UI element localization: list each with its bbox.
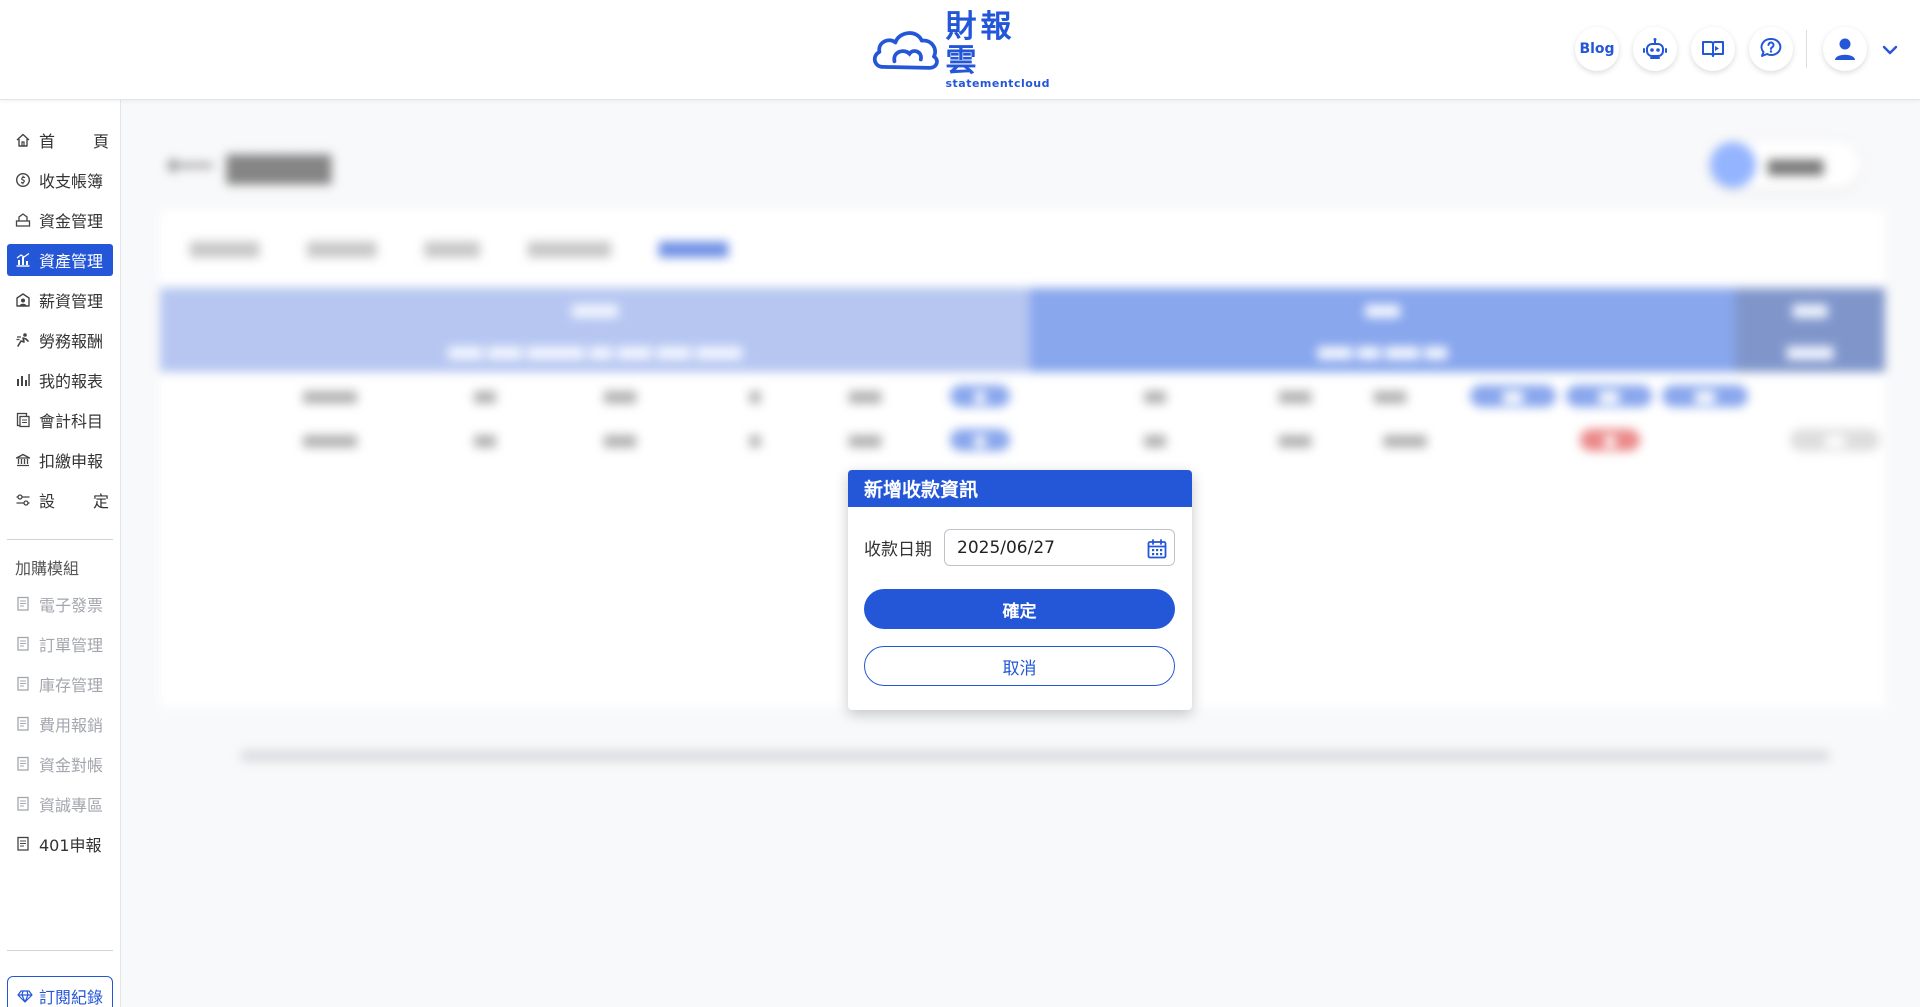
sidebar-addon-orders[interactable]: 訂單管理 xyxy=(7,628,113,660)
video-guide-icon xyxy=(1702,41,1724,57)
payment-date-label: 收款日期 xyxy=(864,540,932,560)
sidebar-item-label: 資金管理 xyxy=(39,212,104,231)
sidebar-addon-reconcile[interactable]: 資金對帳 xyxy=(7,748,113,780)
labor-icon xyxy=(16,333,29,347)
subscription-record-label: 訂閱紀錄 xyxy=(38,988,103,1007)
sidebar-divider xyxy=(7,950,113,951)
sidebar-item-labor[interactable]: 勞務報酬 xyxy=(7,324,113,356)
sidebar-item-label: 收支帳簿 xyxy=(39,172,104,191)
sidebar-item-label: 費用報銷 xyxy=(39,716,104,735)
sidebar-item-payroll[interactable]: 薪資管理 xyxy=(7,284,113,316)
sidebar-item-ledger[interactable]: 收支帳簿 xyxy=(7,164,113,196)
sidebar-item-settings[interactable]: 設定 xyxy=(7,484,113,516)
help-chat-button[interactable] xyxy=(1749,27,1793,71)
sidebar-item-label: 電子發票 xyxy=(39,596,104,615)
top-header: 財報雲 statementcloud Blog xyxy=(0,0,1920,100)
sidebar-item-label: 首頁 xyxy=(39,132,109,151)
module-doc-icon xyxy=(17,796,29,811)
module-doc-icon xyxy=(17,756,29,771)
user-avatar-icon xyxy=(1835,38,1855,60)
sidebar-item-label: 401申報 xyxy=(39,836,102,855)
module-doc-icon xyxy=(17,676,29,691)
asset-chart-icon xyxy=(16,253,30,267)
sidebar-item-label: 資誠專區 xyxy=(39,796,104,815)
sidebar-item-reports[interactable]: 我的報表 xyxy=(7,364,113,396)
calendar-icon[interactable] xyxy=(1146,538,1168,560)
sidebar-divider xyxy=(7,539,113,540)
sidebar-item-home[interactable]: 首頁 xyxy=(7,124,113,156)
ledger-icon xyxy=(16,412,30,428)
module-doc-icon xyxy=(17,716,29,731)
sidebar-item-label: 資金對帳 xyxy=(39,756,104,775)
sidebar-addon-expenses[interactable]: 費用報銷 xyxy=(7,708,113,740)
sidebar-item-label: 會計科目 xyxy=(39,412,104,431)
chevron-down-icon[interactable] xyxy=(1880,40,1900,60)
sidebar-item-label: 訂單管理 xyxy=(39,636,104,655)
cancel-button[interactable]: 取消 xyxy=(864,646,1175,686)
sidebar-item-label: 我的報表 xyxy=(39,372,104,391)
sidebar-item-label: 薪資管理 xyxy=(39,292,104,311)
diamond-icon xyxy=(17,990,33,1003)
payment-date-input[interactable]: 2025/06/27 xyxy=(944,529,1175,566)
payment-date-value: 2025/06/27 xyxy=(957,537,1055,558)
sidebar-item-label: 庫存管理 xyxy=(39,676,104,695)
brand-name-en: statementcloud xyxy=(945,77,1050,90)
sidebar-item-withholding[interactable]: 扣繳申報 xyxy=(7,444,113,476)
home-icon xyxy=(16,133,30,147)
payroll-icon xyxy=(16,293,30,307)
sidebar-item-label: 扣繳申報 xyxy=(39,452,104,471)
blog-button[interactable]: Blog xyxy=(1575,27,1619,71)
header-divider xyxy=(1806,30,1807,68)
video-guide-button[interactable] xyxy=(1691,27,1735,71)
sidebar-item-funds[interactable]: 資金管理 xyxy=(7,204,113,236)
dialog-title: 新增收款資訊 xyxy=(848,470,1192,507)
brand-name-cn: 財報雲 xyxy=(945,9,1016,79)
coin-icon xyxy=(15,172,31,188)
robot-icon xyxy=(1643,38,1667,59)
module-doc-icon xyxy=(17,636,29,651)
robot-assistant-button[interactable] xyxy=(1633,27,1677,71)
sidebar-item-label: 設定 xyxy=(39,492,109,511)
sidebar-addon-401[interactable]: 401申報 xyxy=(7,828,113,860)
sidebar-item-accounts[interactable]: 會計科目 xyxy=(7,404,113,436)
brand-logo[interactable]: 財報雲 statementcloud xyxy=(870,10,1050,90)
sidebar-addon-pwc[interactable]: 資誠專區 xyxy=(7,788,113,820)
add-payment-dialog: 新增收款資訊 收款日期 2025/06/27 確定 取消 xyxy=(848,470,1192,710)
fund-icon xyxy=(15,213,31,227)
addon-section-title: 加購模組 xyxy=(15,559,80,578)
sidebar-item-assets[interactable]: 資產管理 xyxy=(7,244,113,276)
report-icon xyxy=(17,374,30,386)
sidebar-item-label: 資產管理 xyxy=(39,252,104,271)
module-doc-icon xyxy=(17,836,29,851)
module-doc-icon xyxy=(17,596,29,611)
settings-icon xyxy=(16,494,30,506)
sidebar-addon-inventory[interactable]: 庫存管理 xyxy=(7,668,113,700)
confirm-button[interactable]: 確定 xyxy=(864,589,1175,629)
withholding-icon xyxy=(15,453,31,467)
help-chat-icon xyxy=(1760,37,1782,57)
cloud-logo-icon xyxy=(872,31,939,70)
user-avatar-button[interactable] xyxy=(1823,27,1867,71)
sidebar-item-label: 勞務報酬 xyxy=(39,332,104,351)
sidebar-addon-einvoice[interactable]: 電子發票 xyxy=(7,588,113,620)
sidebar: 首頁 收支帳簿 資金管理 資產管理 薪資管理 勞務報酬 我的報表 會計科目 扣繳… xyxy=(0,100,121,1007)
subscription-record-button[interactable]: 訂閱紀錄 xyxy=(7,976,113,1007)
